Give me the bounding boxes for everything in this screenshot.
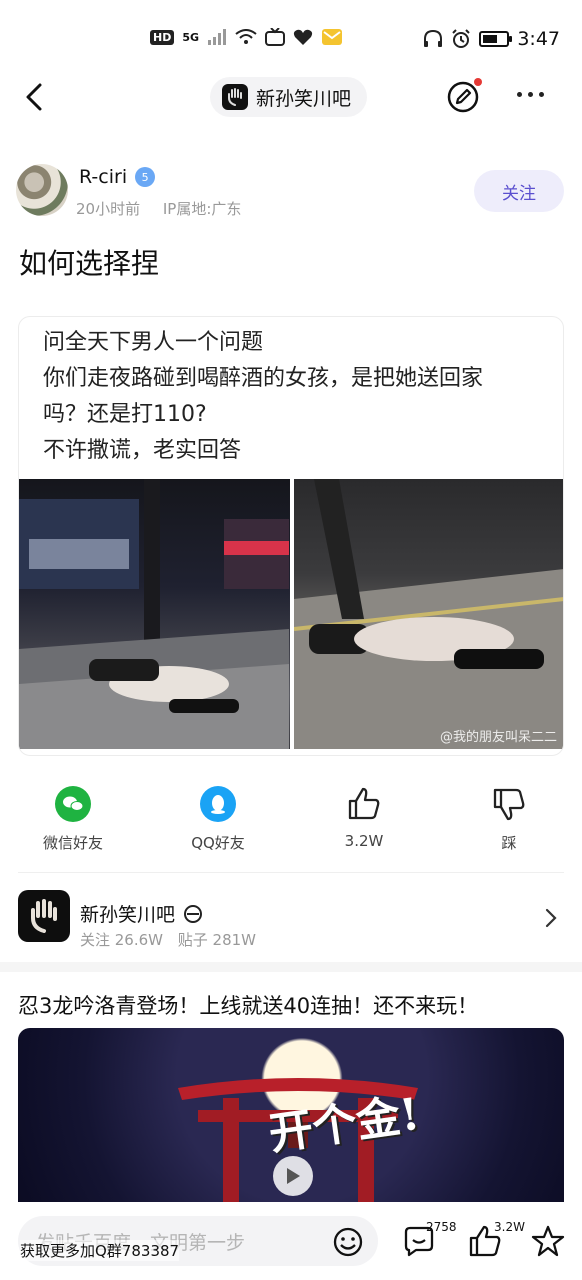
chevron-right-icon xyxy=(545,908,557,928)
card-text-line: 吗？还是打110? xyxy=(43,402,207,427)
headphones-icon xyxy=(424,30,443,47)
hand-icon xyxy=(228,88,242,106)
photo-left xyxy=(19,479,290,749)
section-separator xyxy=(0,962,582,972)
author-row: R-ciri 5 20小时前 IP属地:广东 关注 xyxy=(0,160,582,224)
tv-icon xyxy=(265,28,286,46)
action-row: 微信好友 QQ好友 3.2W 踩 xyxy=(0,786,582,856)
level-badge: 5 xyxy=(135,167,156,187)
forum-name-row: 新孙笑川吧 xyxy=(80,900,203,927)
more-icon[interactable] xyxy=(517,92,544,97)
street-scene-right xyxy=(294,479,563,749)
battery-icon xyxy=(479,31,513,47)
status-left-icons: HD 5G xyxy=(150,28,343,46)
photo-right: @我的朋友叫呆二二 xyxy=(294,479,563,749)
share-qq-button[interactable]: QQ好友 xyxy=(163,786,273,853)
thumbs-up-icon xyxy=(348,787,380,820)
street-scene-left xyxy=(19,479,289,749)
like-count: 3.2W xyxy=(344,832,384,850)
share-wechat-label: 微信好友 xyxy=(42,834,103,852)
follow-button[interactable]: 关注 xyxy=(474,170,564,212)
dislike-button[interactable]: 踩 xyxy=(454,786,564,853)
author-meta: 20小时前 IP属地:广东 xyxy=(76,198,241,219)
card-text-line: 你们走夜路碰到喝醉酒的女孩，是把她送回家 xyxy=(43,366,484,391)
forum-badge-icon xyxy=(184,904,203,923)
post-title: 如何选择捏 xyxy=(19,247,160,280)
play-button[interactable] xyxy=(273,1156,313,1196)
author-avatar[interactable] xyxy=(16,164,68,216)
card-text: 问全天下男人一个问题 你们走夜路碰到喝醉酒的女孩，是把她送回家 吗？还是打110… xyxy=(19,317,563,469)
like-button[interactable]: 3.2W xyxy=(309,786,419,850)
forum-pill[interactable]: 新孙笑川吧 xyxy=(210,77,368,117)
alarm-icon xyxy=(452,29,471,48)
forum-name: 新孙笑川吧 xyxy=(80,904,176,926)
share-qq-label: QQ好友 xyxy=(191,834,245,852)
card-photos: @我的朋友叫呆二二 xyxy=(19,479,563,749)
ad-title[interactable]: 忍3龙吟洛青登场！上线就送40连抽！还不来玩！ xyxy=(18,990,478,1020)
forum-posts: 贴子 281W xyxy=(177,931,257,949)
ip-location: IP属地:广东 xyxy=(162,200,242,218)
hd-indicator: HD xyxy=(150,29,175,45)
wifi-icon xyxy=(235,29,257,44)
forum-logo xyxy=(18,890,70,942)
divider xyxy=(18,872,564,873)
share-wechat-button[interactable]: 微信好友 xyxy=(18,786,128,853)
hand-icon xyxy=(31,899,57,933)
author-name[interactable]: R-ciri xyxy=(79,166,127,188)
card-text-line: 问全天下男人一个问题 xyxy=(43,330,264,355)
top-nav: 新孙笑川吧 xyxy=(0,72,582,124)
back-icon[interactable] xyxy=(20,82,50,112)
overlay-watermark-text: 获取更多加Q群783387 xyxy=(20,1240,180,1261)
status-right-icons: 3:47 xyxy=(423,28,560,50)
thumbs-down-icon xyxy=(493,788,525,821)
clock: 3:47 xyxy=(517,28,560,50)
like-count-bottom: 3.2W xyxy=(494,1220,525,1234)
author-name-row: R-ciri 5 xyxy=(79,166,156,188)
forum-followers: 关注 26.6W xyxy=(80,931,163,949)
forum-avatar xyxy=(222,84,248,110)
comment-count: 2758 xyxy=(426,1220,457,1234)
forum-pill-name: 新孙笑川吧 xyxy=(256,87,352,110)
watermark: @我的朋友叫呆二二 xyxy=(439,730,557,745)
mail-icon xyxy=(322,29,343,45)
dislike-label: 踩 xyxy=(501,834,517,852)
emoji-icon[interactable] xyxy=(332,1226,364,1258)
post-time: 20小时前 xyxy=(76,200,141,218)
signal-icon xyxy=(208,29,227,45)
play-icon xyxy=(287,1168,300,1184)
ad-banner[interactable]: 开个金! xyxy=(18,1028,564,1208)
post-image-card[interactable]: 问全天下男人一个问题 你们走夜路碰到喝醉酒的女孩，是把她送回家 吗？还是打110… xyxy=(18,316,564,756)
wechat-icon xyxy=(55,786,91,822)
forum-stats: 关注 26.6W 贴子 281W xyxy=(80,929,256,950)
card-text-line: 不许撒谎，老实回答 xyxy=(43,438,242,463)
notification-dot xyxy=(474,78,482,86)
heart-icon xyxy=(293,29,313,45)
star-icon[interactable] xyxy=(531,1224,565,1258)
forum-card[interactable]: 新孙笑川吧 关注 26.6W 贴子 281W xyxy=(0,888,582,950)
qq-icon xyxy=(200,786,236,822)
status-bar: HD 5G 3:47 xyxy=(0,0,582,70)
network-indicator: 5G xyxy=(182,30,200,44)
